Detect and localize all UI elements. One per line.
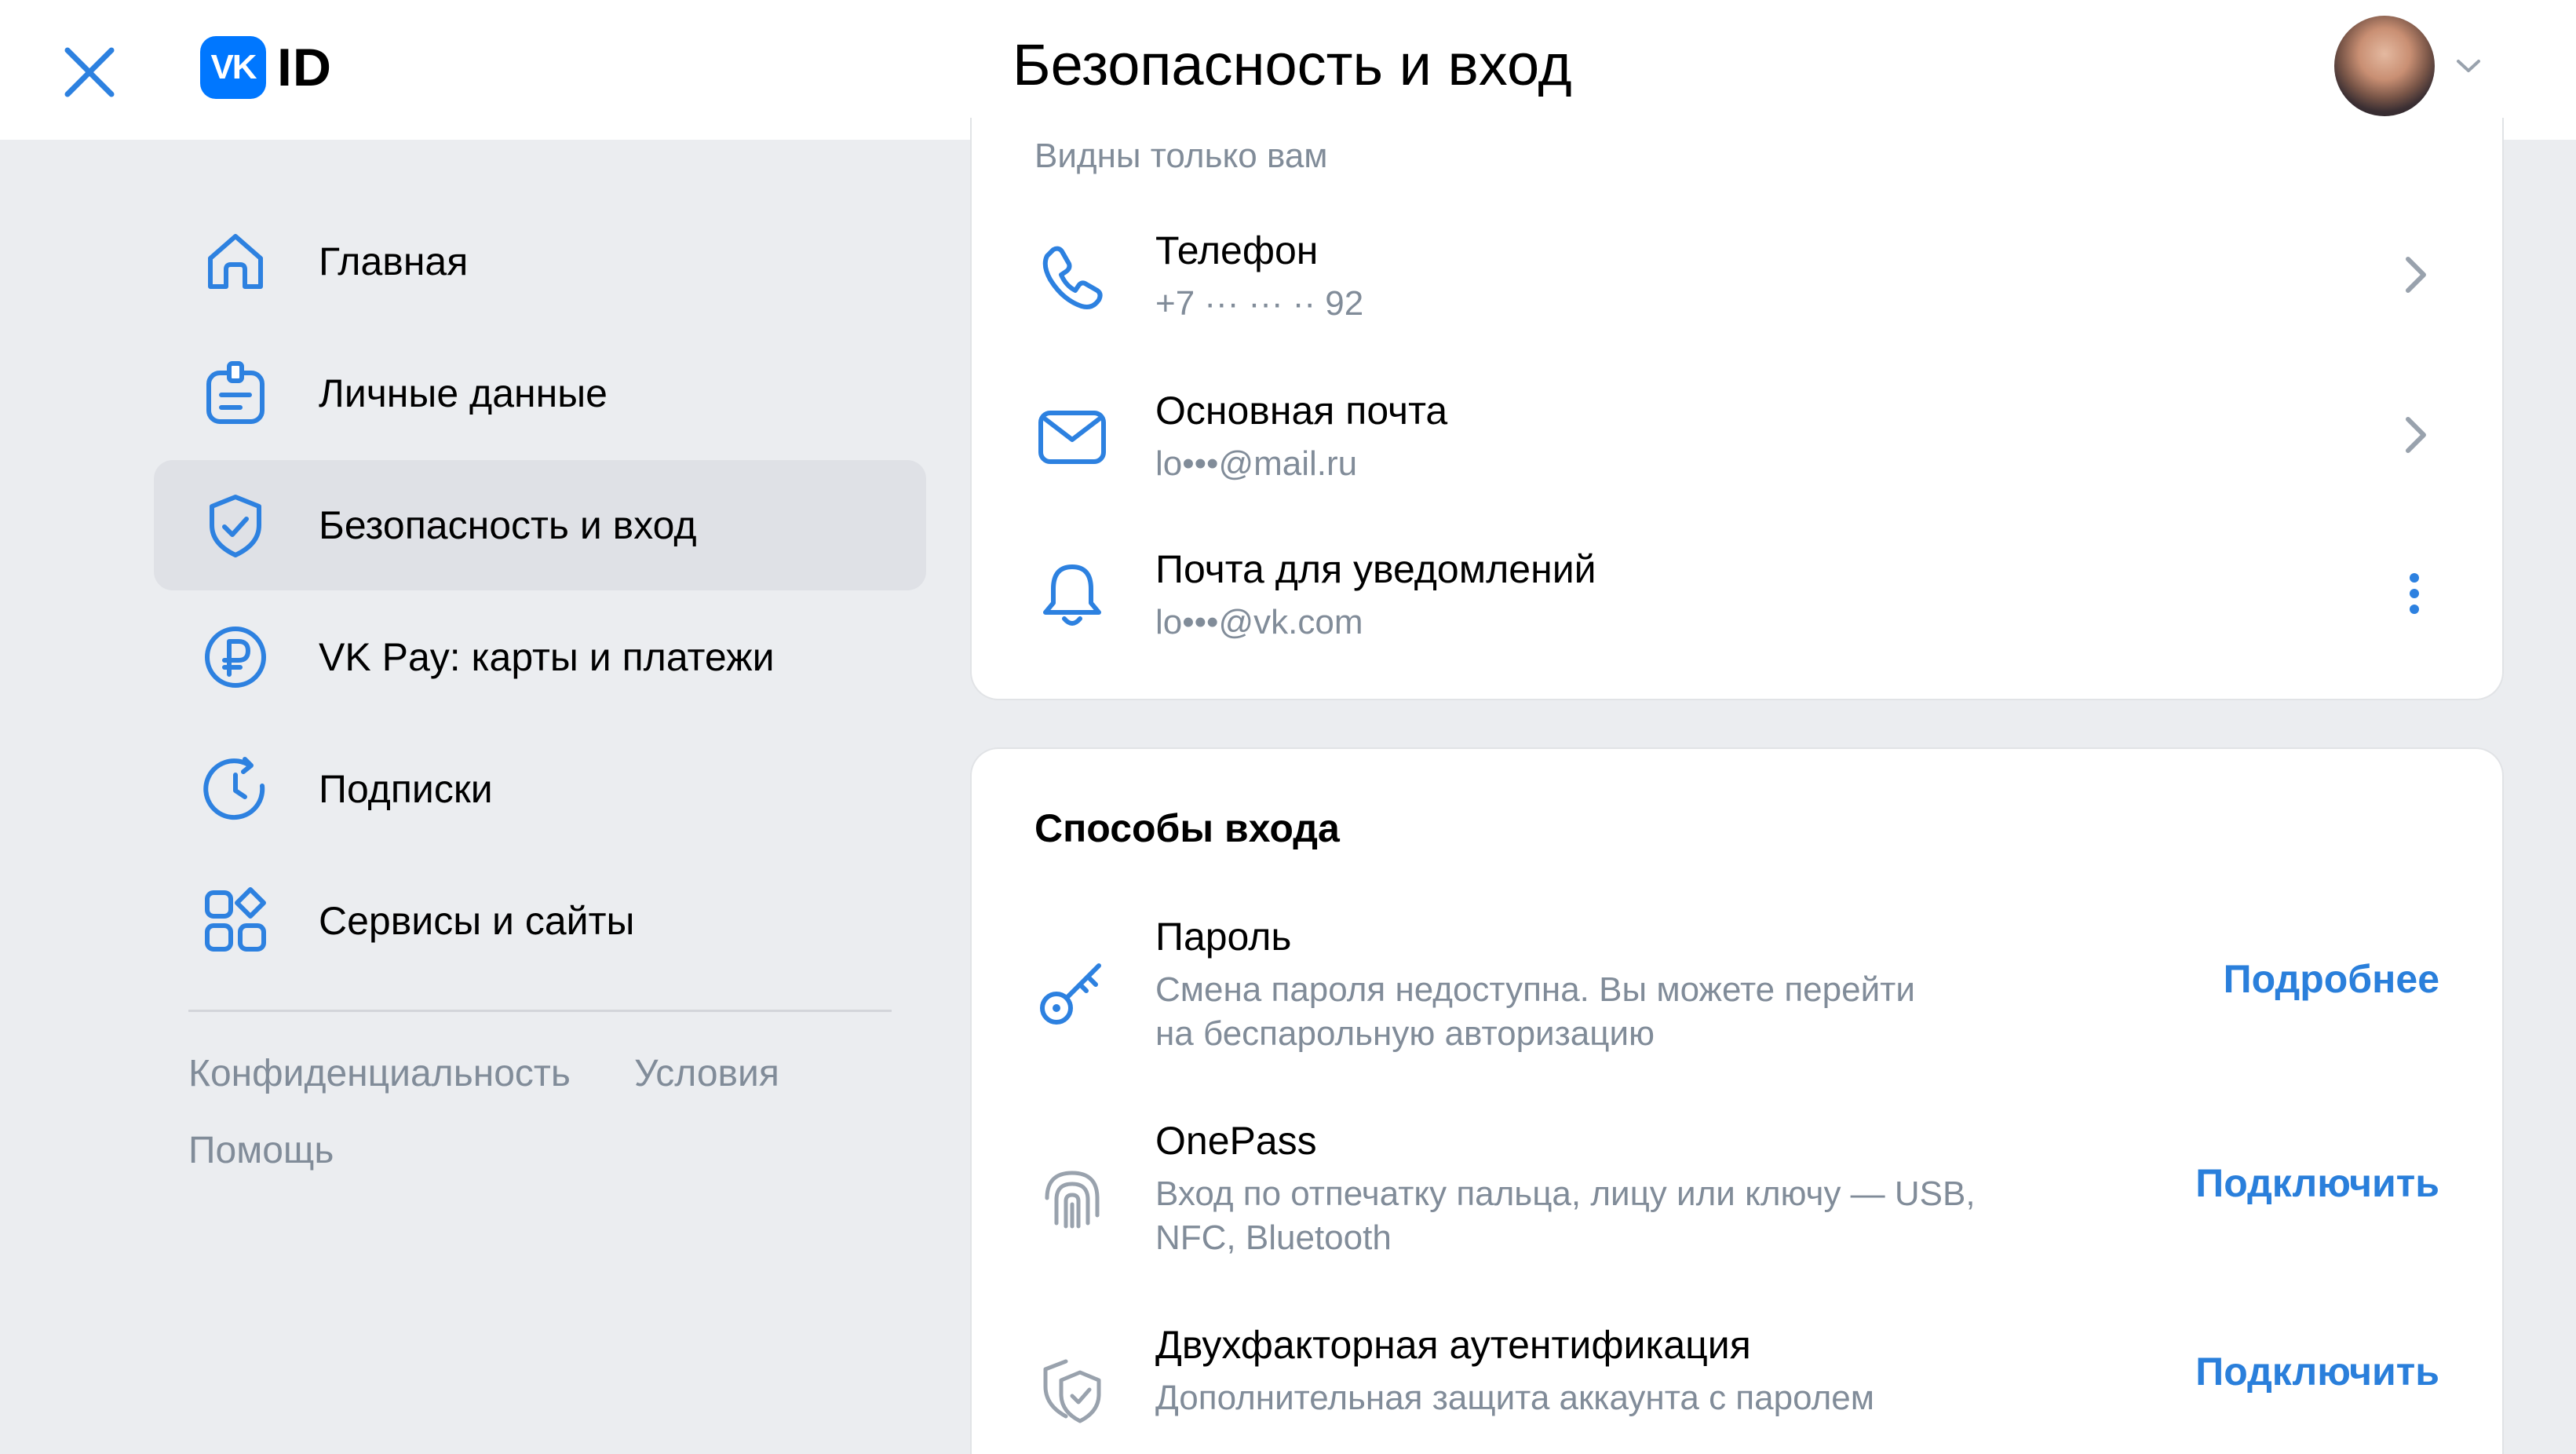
vk-id-logo[interactable]: VK ID <box>200 36 332 99</box>
chevron-right-icon <box>2406 257 2426 293</box>
section-title: Способы входа <box>1034 806 1340 850</box>
key-icon <box>1040 963 1101 1025</box>
account-menu[interactable] <box>2334 16 2482 116</box>
apps-grid-icon <box>205 887 266 952</box>
privacy-link[interactable]: Конфиденциальность <box>188 1052 571 1095</box>
bell-icon <box>1043 564 1101 626</box>
onepass-connect-button[interactable]: Подключить <box>2195 1160 2439 1206</box>
sidebar-item-services[interactable]: Сервисы и сайты <box>154 856 926 986</box>
sidebar-item-label: Сервисы и сайты <box>319 899 635 943</box>
terms-link[interactable]: Условия <box>634 1052 779 1095</box>
section-caption: Видны только вам <box>1034 137 1328 175</box>
two-factor-row[interactable]: Двухфакторная аутентификация Дополнитель… <box>972 1314 2502 1454</box>
sidebar-item-label: Личные данные <box>319 371 608 415</box>
row-value: lo•••@vk.com <box>1155 603 1363 641</box>
sidebar-item-security[interactable]: Безопасность и вход <box>154 460 926 590</box>
row-description: Смена пароля недоступна. Вы можете перей… <box>1155 970 1915 1009</box>
page-title: Безопасность и вход <box>1013 32 1572 97</box>
sidebar-item-personal-data[interactable]: Личные данные <box>154 328 926 458</box>
sidebar-item-label: Безопасность и вход <box>319 503 697 547</box>
chevron-down-icon[interactable] <box>2455 58 2482 74</box>
sidebar-item-subscriptions[interactable]: Подписки <box>154 724 926 854</box>
home-icon <box>208 234 263 289</box>
row-title: Телефон <box>1155 228 1319 272</box>
sidebar-divider <box>188 1010 892 1012</box>
clock-refresh-icon <box>203 757 265 820</box>
main-email-row[interactable]: Основная почта lo•••@mail.ru <box>972 364 2502 513</box>
help-link[interactable]: Помощь <box>188 1129 334 1172</box>
shield-check-icon <box>210 495 261 557</box>
row-title: Пароль <box>1155 915 1292 959</box>
avatar[interactable] <box>2334 16 2435 116</box>
password-details-link[interactable]: Подробнее <box>2224 956 2439 1002</box>
shield-2fa-icon <box>1043 1359 1101 1423</box>
sidebar-item-home[interactable]: Главная <box>154 196 926 327</box>
chevron-right-icon <box>2406 417 2426 453</box>
row-description: NFC, Bluetooth <box>1155 1218 1392 1257</box>
sidebar-item-vk-pay[interactable]: VK Pay: карты и платежи <box>154 592 926 722</box>
mail-icon <box>1038 411 1106 464</box>
onepass-row[interactable]: OnePass Вход по отпечатку пальца, лицу и… <box>972 1110 2502 1283</box>
password-row[interactable]: Пароль Смена пароля недоступна. Вы может… <box>972 906 2502 1079</box>
phone-icon <box>1042 246 1103 309</box>
phone-row[interactable]: Телефон +7 ··· ··· ·· 92 <box>972 204 2502 353</box>
row-title: OnePass <box>1155 1119 1317 1163</box>
row-description: на беспарольную авторизацию <box>1155 1014 1655 1053</box>
sidebar-item-label: Главная <box>319 239 469 283</box>
sidebar-item-label: Подписки <box>319 767 493 811</box>
row-value: +7 ··· ··· ·· 92 <box>1155 284 1364 323</box>
row-value: lo•••@mail.ru <box>1155 444 1358 483</box>
row-title: Основная почта <box>1155 389 1448 433</box>
vk-logo-mark: VK <box>200 36 266 99</box>
fingerprint-icon <box>1045 1171 1100 1229</box>
row-title: Почта для уведомлений <box>1155 547 1596 591</box>
row-description: Вход по отпечатку пальца, лицу или ключу… <box>1155 1175 1976 1213</box>
login-methods-card: Способы входа Пароль Смена пароля недост… <box>970 747 2504 1454</box>
sidebar-item-label: VK Pay: карты и платежи <box>319 635 775 679</box>
close-icon[interactable] <box>55 38 124 107</box>
row-title: Двухфакторная аутентификация <box>1155 1323 1751 1367</box>
contacts-card: Видны только вам Телефон +7 ··· ··· ·· 9… <box>970 118 2504 700</box>
id-card-icon <box>206 361 265 424</box>
logo-id-text: ID <box>277 38 332 97</box>
sidebar-nav: Главная Личные данные Безопасность и вхо… <box>154 196 926 988</box>
two-factor-connect-button[interactable]: Подключить <box>2195 1349 2439 1394</box>
row-description: Дополнительная защита аккаунта с паролем <box>1155 1379 1874 1417</box>
more-vertical-icon[interactable] <box>2408 572 2421 616</box>
notification-email-row[interactable]: Почта для уведомлений lo•••@vk.com <box>972 523 2502 672</box>
ruble-icon <box>205 627 266 688</box>
